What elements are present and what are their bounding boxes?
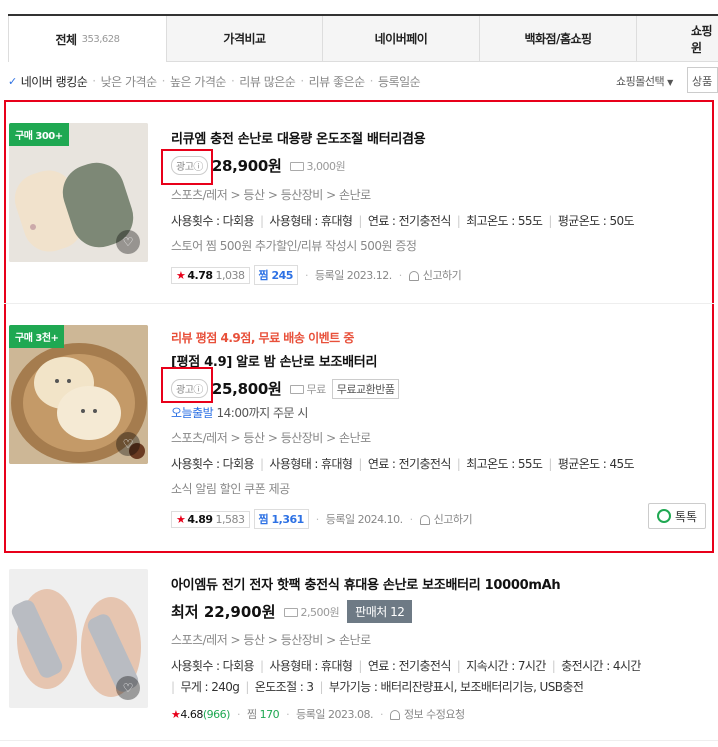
edit-request-link[interactable]: 정보 수정요청 <box>389 706 465 722</box>
tab-label: 네이버페이 <box>374 32 428 46</box>
report-link[interactable]: 신고하기 <box>408 267 462 283</box>
bell-icon <box>408 271 419 281</box>
row-divider <box>4 303 714 304</box>
registered-date: 등록일 2023.12. <box>314 269 392 282</box>
lowest-price: 최저 22,900원 <box>171 603 276 621</box>
ad-label-highlight <box>161 149 213 185</box>
store-benefit: 소식 알림 할인 쿠폰 제공 <box>171 482 290 496</box>
tab-label: 전체 <box>55 32 78 47</box>
truck-icon <box>289 162 304 171</box>
heart-icon[interactable]: ♡ <box>116 230 140 254</box>
sort-high-price[interactable]: 높은 가격순 <box>170 73 227 90</box>
free-return-tag: 무료교환반품 <box>331 378 400 399</box>
truck-icon <box>283 608 298 617</box>
star-icon: ★ <box>176 512 186 526</box>
price-row: 최저 22,900원 2,500원 판매처 12 <box>171 600 413 623</box>
ad-label-highlight <box>161 367 213 403</box>
bell-icon <box>389 710 400 720</box>
category-path[interactable]: 스포츠/레저 > 등산 > 등산장비 > 손난로 <box>171 186 371 203</box>
sort-ranking[interactable]: 네이버 랭킹순 <box>21 73 88 90</box>
tab-shopping-window[interactable]: 쇼핑윈 <box>636 16 718 62</box>
heart-icon[interactable]: ♡ <box>116 432 140 456</box>
category-tabs: 전체 353,628 가격비교 네이버페이 백화점/홈쇼핑 쇼핑윈 <box>8 14 718 62</box>
price: 28,900원 <box>211 157 282 175</box>
bell-icon <box>419 515 430 525</box>
seller-count-button[interactable]: 판매처 12 <box>347 600 413 623</box>
jjim-box[interactable]: 찜 1,361 <box>253 509 309 529</box>
tab-label: 쇼핑윈 <box>691 23 713 55</box>
jjim-box[interactable]: 찜 245 <box>253 265 298 285</box>
talktalk-button[interactable]: 톡톡 <box>648 503 707 529</box>
rating-box[interactable]: ★ 4.78 1,038 <box>171 266 250 284</box>
tab-label: 백화점/홈쇼핑 <box>524 32 592 46</box>
spec-list: 사용횟수 : 다회용 | 사용형태 : 휴대형 | 연료 : 전기충전식 | 지속시간 : … <box>171 659 641 673</box>
sort-registered[interactable]: 등록일순 <box>378 73 421 90</box>
promo-text: 리뷰 평점 4.9점, 무료 배송 이벤트 중 <box>171 331 354 345</box>
shop-select-label: 쇼핑몰선택 <box>616 75 665 88</box>
tab-all[interactable]: 전체 353,628 <box>8 16 166 62</box>
purchase-badge: 구매 300+ <box>9 123 69 146</box>
product-select-dropdown[interactable]: 상품 <box>687 67 718 93</box>
report-link[interactable]: 신고하기 <box>419 511 473 527</box>
registered-date: 등록일 2023.08. <box>296 708 373 721</box>
star-icon: ★ <box>171 707 181 721</box>
price: 25,800원 <box>211 380 282 398</box>
rating[interactable]: ★4.68(966) <box>171 708 230 721</box>
tab-price-compare[interactable]: 가격비교 <box>166 16 322 62</box>
store-benefit: 스토어 찜 500원 추가할인/리뷰 작성시 500원 증정 <box>171 239 417 253</box>
fast-delivery: 오늘출발 14:00까지 주문 시 <box>171 406 308 420</box>
meta-row: ★4.68(966) · 찜 170 · 등록일 2023.08. · 정보 수정요청 <box>171 706 465 722</box>
rating-box[interactable]: ★ 4.89 1,583 <box>171 510 250 528</box>
chat-icon <box>657 509 671 523</box>
spec-list: 사용횟수 : 다회용 | 사용형태 : 휴대형 | 연료 : 전기충전식 | 최고온도 : … <box>171 457 635 471</box>
product-image[interactable]: 구매 300+ ♡ <box>9 123 148 262</box>
product-title[interactable]: 리큐엠 충전 손난로 대용량 온도조절 배터리겸용 <box>171 128 426 147</box>
caret-down-icon: ▼ <box>667 78 673 87</box>
row-divider <box>0 740 718 741</box>
tab-department[interactable]: 백화점/홈쇼핑 <box>479 16 636 62</box>
meta-row: ★ 4.89 1,583 찜 1,361 · 등록일 2024.10. · 신고하기 <box>171 509 473 529</box>
sort-most-reviews[interactable]: 리뷰 많은순 <box>239 73 296 90</box>
star-icon: ★ <box>176 268 186 282</box>
spec-list: 사용횟수 : 다회용 | 사용형태 : 휴대형 | 연료 : 전기충전식 | 최고온도 : … <box>171 214 635 228</box>
heart-icon[interactable]: ♡ <box>116 676 140 700</box>
sort-best-reviews[interactable]: 리뷰 좋은순 <box>309 73 366 90</box>
product-select-label: 상품 <box>692 75 713 88</box>
product-image[interactable]: ♡ <box>9 569 148 708</box>
product-title[interactable]: 아이엠듀 전기 전자 핫팩 충전식 휴대용 손난로 보조배터리 10000mAh <box>171 574 561 593</box>
jjim[interactable]: 찜 170 <box>247 706 280 722</box>
shipping-fee: 3,000원 <box>289 158 346 174</box>
spec-list-2: | 무게 : 240g | 온도조절 : 3 | 부가기능 : 배터리잔량표시, 보조배터… <box>171 680 584 694</box>
check-icon: ✓ <box>8 74 17 88</box>
registered-date: 등록일 2024.10. <box>325 513 403 526</box>
tab-label: 가격비교 <box>223 32 266 46</box>
sort-low-price[interactable]: 낮은 가격순 <box>101 73 158 90</box>
category-path[interactable]: 스포츠/레저 > 등산 > 등산장비 > 손난로 <box>171 429 371 446</box>
shipping-fee: 무료 <box>289 381 326 397</box>
truck-icon <box>289 385 304 394</box>
meta-row: ★ 4.78 1,038 찜 245 · 등록일 2023.12. · 신고하기 <box>171 265 462 285</box>
tab-count: 353,628 <box>81 33 120 45</box>
shop-select-dropdown[interactable]: 쇼핑몰선택 ▼ <box>616 73 673 89</box>
category-path[interactable]: 스포츠/레저 > 등산 > 등산장비 > 손난로 <box>171 631 371 648</box>
shipping-fee: 2,500원 <box>283 604 340 620</box>
product-image[interactable]: 구매 3천+ ♡ <box>9 325 148 464</box>
sort-bar: ✓ 네이버 랭킹순 · 낮은 가격순 · 높은 가격순 · 리뷰 많은순 · 리뷰 좋은… <box>8 73 421 90</box>
purchase-badge: 구매 3천+ <box>9 325 65 348</box>
tab-naverpay[interactable]: 네이버페이 <box>322 16 479 62</box>
